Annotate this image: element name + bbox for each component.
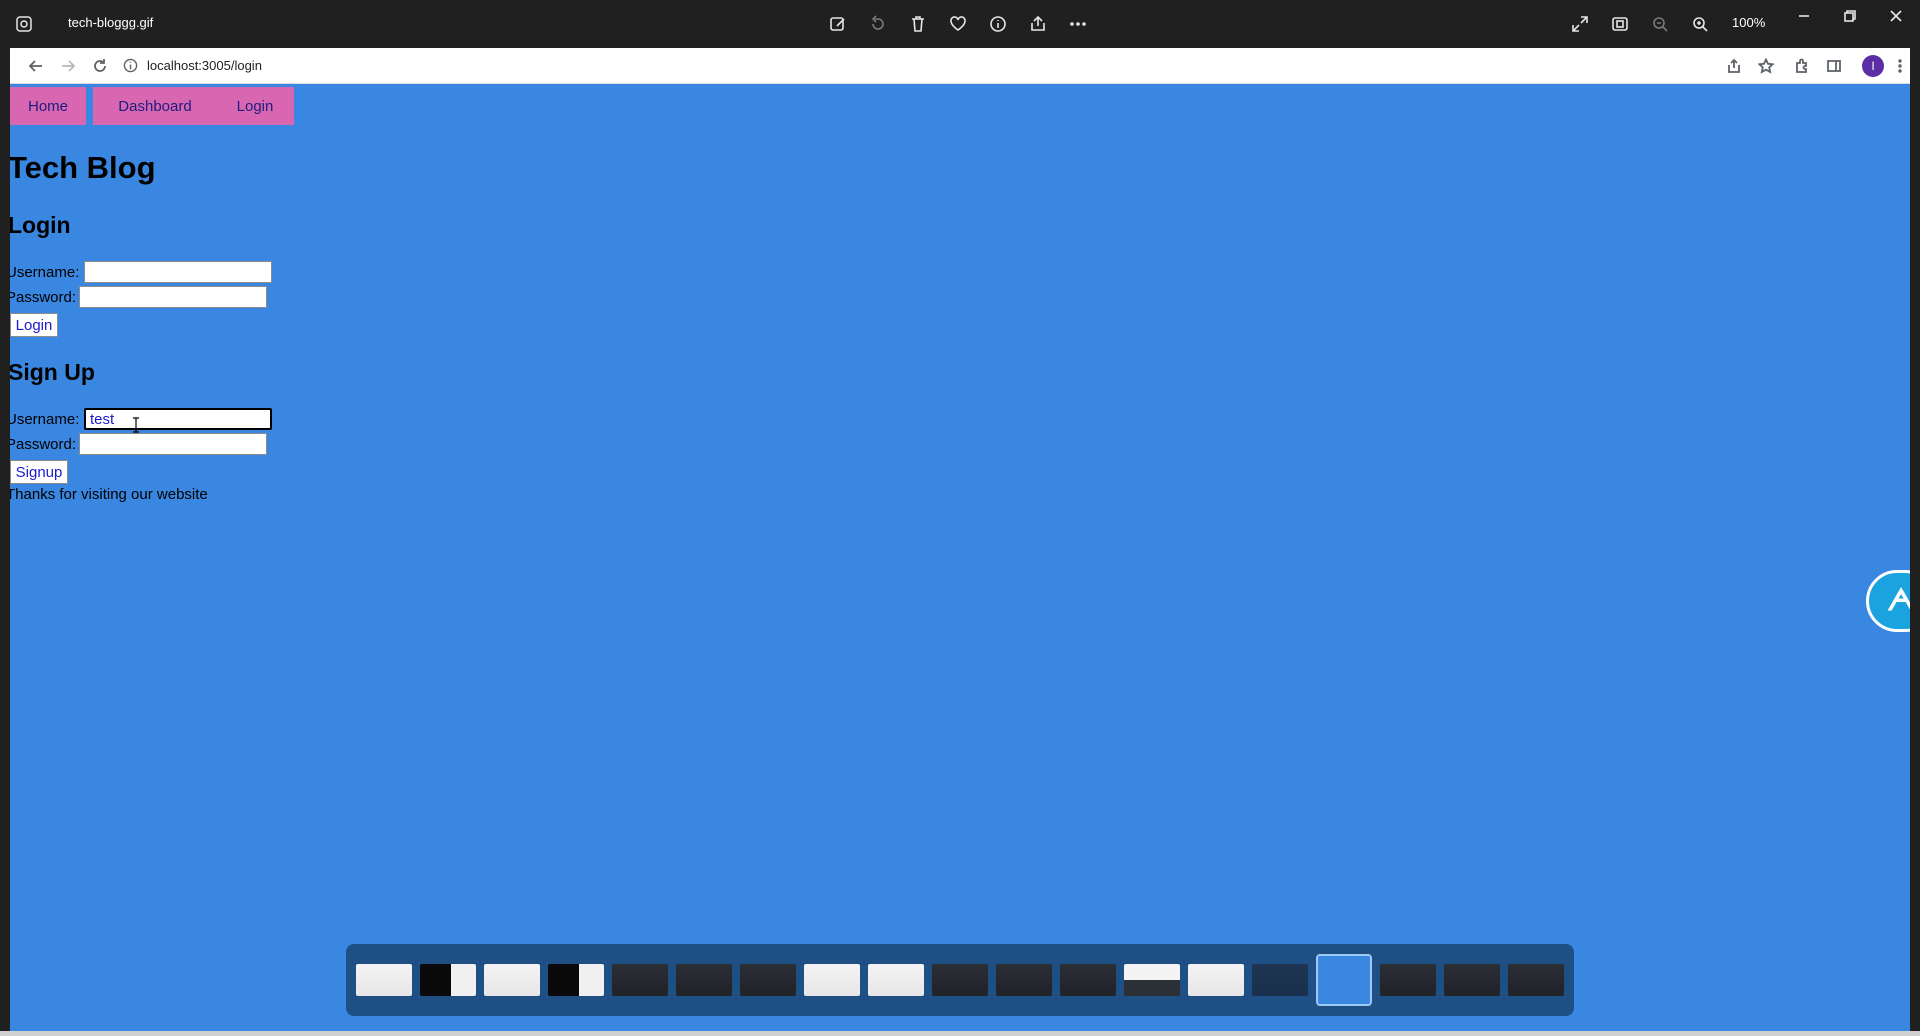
rotate-icon[interactable] bbox=[866, 12, 890, 36]
text-cursor-icon bbox=[133, 417, 139, 433]
zoom-level[interactable]: 100% bbox=[1732, 15, 1765, 30]
nav-login-link[interactable]: Login bbox=[216, 87, 294, 125]
login-heading: Login bbox=[10, 212, 71, 238]
filmstrip-thumbnail[interactable] bbox=[1316, 954, 1372, 1006]
side-panel-icon[interactable] bbox=[1824, 56, 1844, 76]
filmstrip-thumbnail[interactable] bbox=[1252, 964, 1308, 996]
signup-username-label: Username: bbox=[10, 411, 80, 428]
signup-username-input[interactable] bbox=[84, 408, 272, 430]
filmstrip-thumbnail[interactable] bbox=[356, 964, 412, 996]
filmstrip-thumbnail[interactable] bbox=[1380, 964, 1436, 996]
browser-menu-icon[interactable] bbox=[1890, 56, 1910, 76]
signup-password-label: Password: bbox=[10, 436, 77, 453]
filmstrip-thumbnail[interactable] bbox=[484, 964, 540, 996]
signup-password-input[interactable] bbox=[79, 433, 267, 455]
share-icon[interactable] bbox=[1026, 12, 1050, 36]
image-canvas: localhost:3005/login I Home Dashboard Lo… bbox=[10, 48, 1910, 1031]
filmstrip bbox=[346, 944, 1574, 1016]
bookmark-star-icon[interactable] bbox=[1756, 56, 1776, 76]
photos-app-icon bbox=[16, 16, 32, 32]
filmstrip-thumbnail[interactable] bbox=[612, 964, 668, 996]
info-icon[interactable] bbox=[986, 12, 1010, 36]
filmstrip-thumbnail[interactable] bbox=[1444, 964, 1500, 996]
back-icon[interactable] bbox=[26, 56, 46, 76]
signup-button[interactable]: Signup bbox=[10, 460, 68, 484]
filmstrip-thumbnail[interactable] bbox=[740, 964, 796, 996]
filmstrip-thumbnail[interactable] bbox=[1508, 964, 1564, 996]
zoom-out-icon[interactable] bbox=[1648, 12, 1672, 36]
profile-avatar[interactable]: I bbox=[1862, 55, 1884, 77]
web-page: Home Dashboard Login Tech Blog Login Use… bbox=[10, 84, 1910, 1031]
forward-icon[interactable] bbox=[58, 56, 78, 76]
share-page-icon[interactable] bbox=[1724, 56, 1744, 76]
file-name: tech-bloggg.gif bbox=[68, 15, 154, 30]
filmstrip-thumbnail[interactable] bbox=[932, 964, 988, 996]
extensions-puzzle-icon[interactable] bbox=[1792, 56, 1812, 76]
close-icon[interactable] bbox=[1884, 4, 1908, 28]
widget-logo-icon: ᗅ bbox=[1887, 583, 1910, 618]
reload-icon[interactable] bbox=[90, 56, 110, 76]
site-title: Tech Blog bbox=[10, 150, 156, 185]
more-options-icon[interactable] bbox=[1066, 12, 1090, 36]
login-password-input[interactable] bbox=[79, 286, 267, 308]
zoom-in-icon[interactable] bbox=[1688, 12, 1712, 36]
footer-text: Thanks for visiting our website bbox=[10, 486, 208, 503]
restore-icon[interactable] bbox=[1838, 4, 1862, 28]
delete-icon[interactable] bbox=[906, 12, 930, 36]
signup-heading: Sign Up bbox=[10, 359, 95, 385]
side-widget-button[interactable]: ᗅ bbox=[1866, 570, 1910, 632]
filmstrip-thumbnail[interactable] bbox=[1188, 964, 1244, 996]
site-info-icon[interactable] bbox=[123, 58, 138, 73]
login-button[interactable]: Login bbox=[10, 313, 58, 337]
filmstrip-thumbnail[interactable] bbox=[676, 964, 732, 996]
edit-image-icon[interactable] bbox=[826, 12, 850, 36]
address-bar[interactable]: localhost:3005/login bbox=[147, 58, 262, 73]
login-username-label: Username: bbox=[10, 264, 80, 281]
filmstrip-thumbnail[interactable] bbox=[548, 964, 604, 996]
filmstrip-thumbnail[interactable] bbox=[1060, 964, 1116, 996]
fullscreen-icon[interactable] bbox=[1568, 12, 1592, 36]
fit-to-window-icon[interactable] bbox=[1608, 12, 1632, 36]
filmstrip-thumbnail[interactable] bbox=[804, 964, 860, 996]
browser-toolbar: localhost:3005/login I bbox=[10, 48, 1910, 84]
nav-dashboard-link[interactable]: Dashboard bbox=[93, 87, 217, 125]
filmstrip-thumbnail[interactable] bbox=[868, 964, 924, 996]
minimize-icon[interactable] bbox=[1792, 4, 1816, 28]
viewer-titlebar: tech-bloggg.gif 100% bbox=[0, 0, 1920, 48]
filmstrip-thumbnail[interactable] bbox=[996, 964, 1052, 996]
window-bottom-edge bbox=[0, 1031, 1920, 1036]
login-password-label: Password: bbox=[10, 289, 77, 306]
filmstrip-thumbnail[interactable] bbox=[420, 964, 476, 996]
favorite-heart-icon[interactable] bbox=[946, 12, 970, 36]
nav-home-link[interactable]: Home bbox=[10, 87, 86, 125]
filmstrip-thumbnail[interactable] bbox=[1124, 964, 1180, 996]
login-username-input[interactable] bbox=[84, 261, 272, 283]
